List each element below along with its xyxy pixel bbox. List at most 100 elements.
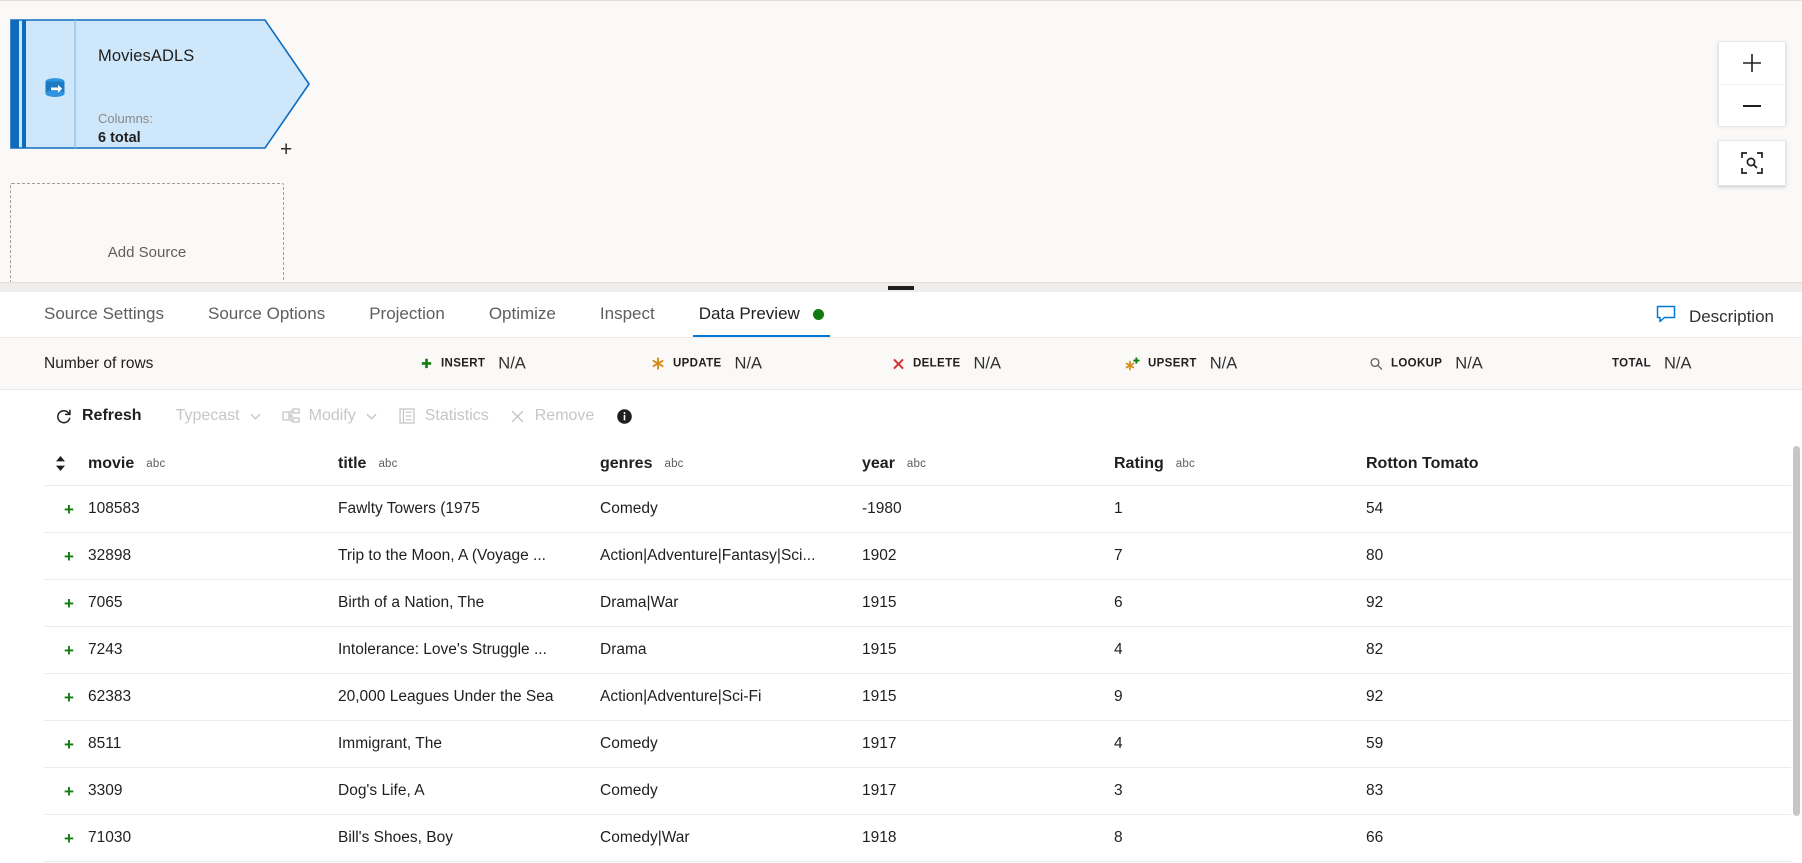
cell-rotton-tomato: 59 bbox=[1366, 735, 1384, 752]
statistics-button[interactable]: Statistics bbox=[388, 399, 499, 433]
cell-movie: 32898 bbox=[88, 547, 132, 564]
tab-inspect[interactable]: Inspect bbox=[578, 291, 677, 337]
table-row[interactable]: +108583 Fawlty Towers (1975 Comedy -1980 1 54 bbox=[44, 486, 1802, 533]
dataflow-canvas[interactable]: MoviesADLS Columns: 6 total + Add Source bbox=[0, 0, 1802, 282]
tab-source-settings[interactable]: Source Settings bbox=[22, 291, 186, 337]
cell-year: 1918 bbox=[862, 829, 897, 846]
close-icon bbox=[509, 408, 526, 425]
data-preview-grid: movie abc title abc genres abc year abc … bbox=[44, 442, 1802, 863]
column-name: genres bbox=[600, 454, 653, 472]
source-node-moviesadls[interactable]: MoviesADLS Columns: 6 total + bbox=[10, 19, 310, 160]
plus-icon[interactable]: + bbox=[54, 736, 74, 753]
add-source-placeholder[interactable]: Add Source bbox=[10, 183, 284, 282]
column-header-genres[interactable]: genres abc bbox=[600, 455, 862, 473]
stat-value: N/A bbox=[1209, 354, 1238, 372]
stat-lookup: LOOKUP N/A bbox=[1368, 354, 1483, 373]
column-header-rotton-tomato[interactable]: Rotton Tomato bbox=[1366, 455, 1626, 473]
stat-value: N/A bbox=[498, 354, 526, 372]
modify-label: Modify bbox=[308, 407, 356, 424]
row-add-button[interactable]: + bbox=[44, 736, 88, 753]
cell-title: Dog's Life, A bbox=[338, 782, 425, 799]
row-add-button[interactable]: + bbox=[44, 595, 88, 612]
cell-rotton-tomato: 80 bbox=[1366, 547, 1384, 564]
column-header-movie[interactable]: movie abc bbox=[88, 455, 338, 473]
plus-icon[interactable]: + bbox=[54, 501, 74, 518]
row-add-button[interactable]: + bbox=[44, 830, 88, 847]
comment-icon bbox=[1655, 303, 1677, 330]
cell-title: Birth of a Nation, The bbox=[338, 594, 485, 611]
column-name: year bbox=[862, 454, 895, 472]
column-type: abc bbox=[378, 457, 398, 470]
chevron-down-icon bbox=[249, 410, 262, 423]
column-type: abc bbox=[1175, 457, 1195, 470]
modify-icon bbox=[281, 407, 300, 425]
row-add-button[interactable]: + bbox=[44, 548, 88, 565]
plus-icon[interactable]: + bbox=[54, 830, 74, 847]
cell-title: Immigrant, The bbox=[338, 735, 442, 752]
cell-rating: 3 bbox=[1114, 782, 1123, 799]
remove-button[interactable]: Remove bbox=[499, 399, 605, 433]
tab-projection[interactable]: Projection bbox=[347, 291, 467, 337]
zoom-out-button[interactable] bbox=[1719, 84, 1785, 126]
stat-total: TOTAL N/A bbox=[1612, 354, 1692, 373]
cell-movie: 62383 bbox=[88, 688, 132, 705]
tab-data-preview[interactable]: Data Preview bbox=[677, 291, 846, 337]
grid-header-row: movie abc title abc genres abc year abc … bbox=[44, 442, 1802, 486]
column-type: abc bbox=[146, 457, 166, 470]
table-row[interactable]: +7065 Birth of a Nation, The Drama|War 1915… bbox=[44, 580, 1802, 627]
fit-to-screen-button[interactable] bbox=[1718, 140, 1786, 186]
data-preview-status-dot bbox=[812, 308, 824, 320]
table-row[interactable]: +71030 Bill's Shoes, Boy Comedy|War 1918 8 66 bbox=[44, 815, 1802, 862]
row-add-button[interactable]: + bbox=[44, 783, 88, 800]
cell-title: Intolerance: Love's Struggle ... bbox=[338, 641, 547, 658]
info-icon[interactable] bbox=[616, 408, 633, 425]
stat-label: INSERT bbox=[441, 357, 486, 370]
scrollbar-thumb[interactable] bbox=[1793, 446, 1800, 816]
table-row[interactable]: +32898 Trip to the Moon, A (Voyage ... Act… bbox=[44, 533, 1802, 580]
modify-button[interactable]: Modify bbox=[272, 399, 388, 433]
cell-rotton-tomato: 54 bbox=[1366, 500, 1384, 517]
add-source-label: Add Source bbox=[107, 244, 187, 261]
row-add-button[interactable]: + bbox=[44, 689, 88, 706]
cell-title: 20,000 Leagues Under the Sea bbox=[338, 688, 554, 705]
stat-label: UPSERT bbox=[1148, 357, 1197, 370]
description-button[interactable]: Description bbox=[1649, 299, 1780, 334]
upsert-icon bbox=[1125, 356, 1141, 372]
sort-toggle-button[interactable] bbox=[44, 455, 88, 472]
source-node-title: MoviesADLS bbox=[98, 47, 195, 65]
stat-value: N/A bbox=[1664, 354, 1692, 372]
cell-movie: 7065 bbox=[88, 594, 123, 611]
refresh-button[interactable]: Refresh bbox=[44, 399, 152, 433]
stat-label: TOTAL bbox=[1612, 357, 1652, 370]
table-row[interactable]: +62383 20,000 Leagues Under the Sea Action… bbox=[44, 674, 1802, 721]
tab-source-options[interactable]: Source Options bbox=[186, 291, 347, 337]
plus-icon[interactable]: + bbox=[54, 548, 74, 565]
cell-genres: Action|Adventure|Fantasy|Sci... bbox=[600, 547, 816, 564]
table-row[interactable]: +3309 Dog's Life, A Comedy 1917 3 83 bbox=[44, 768, 1802, 815]
table-row[interactable]: +7243 Intolerance: Love's Struggle ... Dra… bbox=[44, 627, 1802, 674]
plus-icon[interactable]: + bbox=[54, 642, 74, 659]
row-stats-title: Number of rows bbox=[44, 354, 154, 372]
row-add-button[interactable]: + bbox=[44, 501, 88, 518]
column-header-rating[interactable]: Rating abc bbox=[1114, 455, 1366, 473]
typecast-button[interactable]: Typecast bbox=[166, 399, 272, 433]
cell-rotton-tomato: 82 bbox=[1366, 641, 1384, 658]
add-downstream-transform-button[interactable]: + bbox=[280, 139, 292, 160]
stat-value: N/A bbox=[734, 354, 763, 372]
plus-icon[interactable]: + bbox=[54, 783, 74, 800]
tab-label: Source Settings bbox=[44, 304, 165, 323]
tab-optimize[interactable]: Optimize bbox=[467, 291, 578, 337]
cell-movie: 71030 bbox=[88, 829, 132, 846]
statistics-icon bbox=[398, 407, 416, 425]
grid-vertical-scrollbar[interactable] bbox=[1791, 442, 1802, 863]
plus-icon[interactable]: + bbox=[54, 689, 74, 706]
row-add-button[interactable]: + bbox=[44, 642, 88, 659]
column-header-title[interactable]: title abc bbox=[338, 455, 600, 473]
tab-label: Projection bbox=[369, 304, 445, 323]
plus-icon[interactable]: + bbox=[54, 595, 74, 612]
cell-title: Bill's Shoes, Boy bbox=[338, 829, 453, 846]
table-row[interactable]: +8511 Immigrant, The Comedy 1917 4 59 bbox=[44, 721, 1802, 768]
column-header-year[interactable]: year abc bbox=[862, 455, 1114, 473]
source-node-columns-label: Columns: bbox=[98, 111, 153, 126]
zoom-in-button[interactable] bbox=[1719, 42, 1785, 84]
